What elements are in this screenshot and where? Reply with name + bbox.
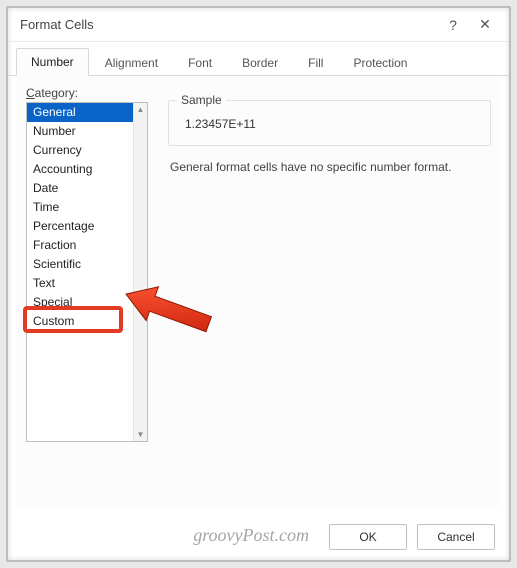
category-item-date[interactable]: Date [27,179,133,198]
category-listbox[interactable]: GeneralNumberCurrencyAccountingDateTimeP… [26,102,148,442]
category-item-fraction[interactable]: Fraction [27,236,133,255]
category-item-accounting[interactable]: Accounting [27,160,133,179]
category-scrollbar[interactable]: ▲ ▼ [133,103,147,441]
tab-border[interactable]: Border [228,50,292,76]
tab-number[interactable]: Number [16,48,89,76]
sample-value: 1.23457E+11 [181,109,478,133]
sample-groupbox: Sample 1.23457E+11 [168,100,491,146]
tab-alignment[interactable]: Alignment [91,50,172,76]
category-item-text[interactable]: Text [27,274,133,293]
format-description: General format cells have no specific nu… [168,160,491,174]
window-title: Format Cells [20,17,437,32]
scroll-down-icon[interactable]: ▼ [137,430,145,439]
tab-protection[interactable]: Protection [339,50,421,76]
category-item-scientific[interactable]: Scientific [27,255,133,274]
category-item-currency[interactable]: Currency [27,141,133,160]
scroll-up-icon[interactable]: ▲ [137,105,145,114]
category-column: Category: GeneralNumberCurrencyAccountin… [26,86,154,496]
details-column: Sample 1.23457E+11 General format cells … [168,86,491,496]
cancel-button[interactable]: Cancel [417,524,495,550]
number-tab-panel: Category: GeneralNumberCurrencyAccountin… [16,76,501,506]
sample-legend: Sample [177,93,226,107]
close-icon[interactable]: ✕ [469,11,501,39]
category-item-general[interactable]: General [27,103,133,122]
category-label: Category: [26,86,154,100]
tab-font[interactable]: Font [174,50,226,76]
ok-button[interactable]: OK [329,524,407,550]
title-bar: Format Cells ? ✕ [8,8,509,42]
tab-fill[interactable]: Fill [294,50,337,76]
dialog-footer: OK Cancel [329,524,495,550]
help-icon[interactable]: ? [437,11,469,39]
watermark: groovyPost.com [193,525,309,546]
category-item-custom[interactable]: Custom [27,312,133,331]
format-cells-dialog: Format Cells ? ✕ NumberAlignmentFontBord… [6,6,511,562]
category-item-percentage[interactable]: Percentage [27,217,133,236]
category-item-number[interactable]: Number [27,122,133,141]
category-item-special[interactable]: Special [27,293,133,312]
tab-strip: NumberAlignmentFontBorderFillProtection [8,42,509,76]
category-item-time[interactable]: Time [27,198,133,217]
